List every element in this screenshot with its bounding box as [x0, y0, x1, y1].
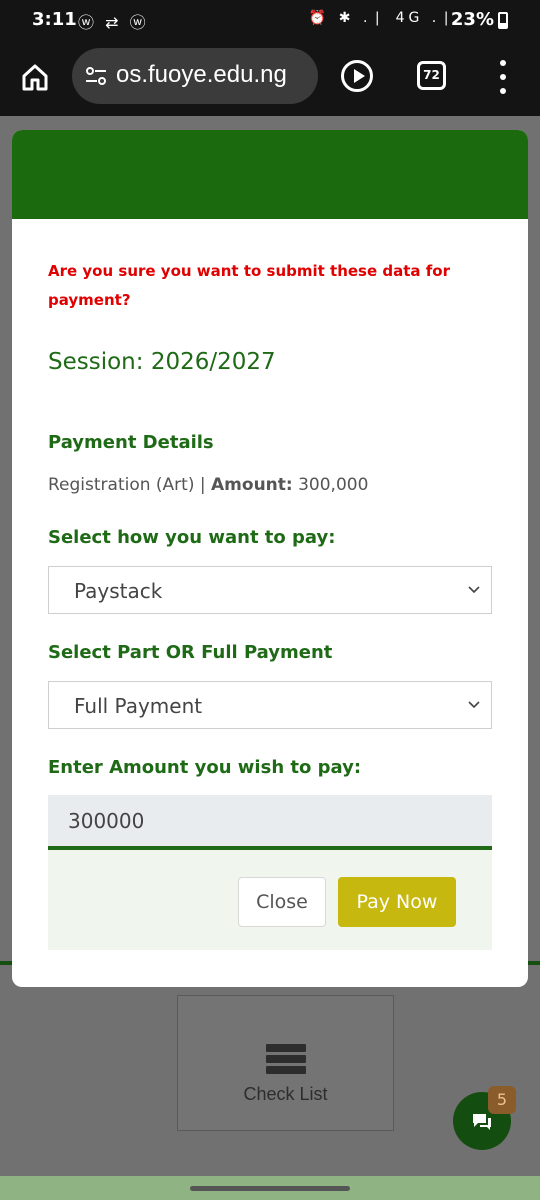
- status-time: 3:11: [32, 9, 77, 30]
- modal-header: [12, 130, 528, 219]
- part-full-value: Full Payment: [74, 694, 203, 718]
- part-full-label: Select Part OR Full Payment: [48, 642, 333, 663]
- play-icon[interactable]: [341, 60, 373, 92]
- payment-details-line: Registration (Art) | Amount: 300,000: [48, 475, 368, 495]
- amount-input-label: Enter Amount you wish to pay:: [48, 757, 362, 778]
- confirm-message: Are you sure you want to submit these da…: [48, 262, 450, 309]
- server-list-icon: [266, 1044, 306, 1074]
- notification-icons: ⓦ ⇄ ⓦ: [78, 13, 149, 32]
- close-button[interactable]: Close: [238, 877, 326, 927]
- part-full-select[interactable]: Full Payment: [48, 681, 492, 729]
- checklist-card[interactable]: Check List: [177, 995, 394, 1131]
- modal-footer: Close Pay Now: [48, 850, 492, 950]
- address-bar[interactable]: os.fuoye.edu.ng: [72, 48, 318, 104]
- pay-method-value: Paystack: [74, 579, 163, 603]
- amount-value: 300,000: [298, 475, 369, 495]
- status-bar: 3:11 ⓦ ⇄ ⓦ ⏰ ✱ .❘ 4G .❘ 23%: [0, 0, 540, 40]
- amount-input[interactable]: [48, 795, 492, 850]
- amount-label: Amount:: [211, 475, 293, 495]
- pay-now-button[interactable]: Pay Now: [338, 877, 456, 927]
- battery-percent: 23%: [450, 9, 494, 30]
- payment-details-heading: Payment Details: [48, 432, 214, 453]
- checklist-label: Check List: [243, 1084, 328, 1104]
- chevron-down-icon: [468, 586, 480, 594]
- chevron-down-icon: [468, 701, 480, 709]
- url-text: os.fuoye.edu.ng: [116, 61, 287, 88]
- system-status-icons: ⏰ ✱ .❘ 4G .❘: [308, 10, 456, 26]
- battery-icon: [498, 12, 508, 29]
- more-menu-icon[interactable]: [495, 60, 511, 94]
- details-item: Registration (Art) |: [48, 475, 206, 495]
- chat-badge-count: 5: [488, 1086, 516, 1114]
- payment-confirm-modal: Are you sure you want to submit these da…: [12, 130, 528, 987]
- session-title: Session: 2026/2027: [48, 349, 276, 375]
- site-settings-icon[interactable]: [84, 64, 108, 88]
- pay-method-label: Select how you want to pay:: [48, 527, 336, 548]
- browser-toolbar: os.fuoye.edu.ng 72: [0, 40, 540, 116]
- gesture-bar[interactable]: [190, 1186, 350, 1191]
- home-icon[interactable]: [20, 62, 50, 92]
- tab-count-button[interactable]: 72: [417, 61, 446, 90]
- pay-method-select[interactable]: Paystack: [48, 566, 492, 614]
